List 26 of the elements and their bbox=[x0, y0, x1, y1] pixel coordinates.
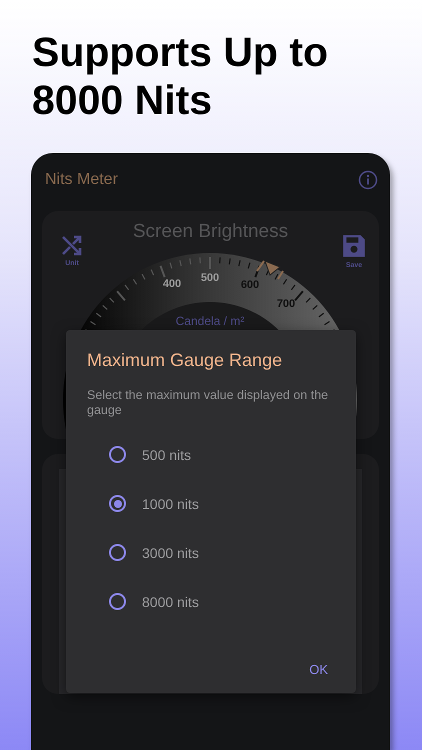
scale-label: 600 bbox=[240, 279, 260, 291]
range-option[interactable]: 1000 nits bbox=[66, 479, 356, 528]
range-option[interactable]: 3000 nits bbox=[66, 528, 356, 577]
option-label: 3000 nits bbox=[142, 544, 199, 560]
radio-button[interactable] bbox=[109, 495, 126, 512]
radio-button[interactable] bbox=[109, 544, 126, 561]
headline: Supports Up to 8000 Nits bbox=[31, 28, 330, 124]
dialog-title: Maximum Gauge Range bbox=[86, 350, 284, 371]
scale-label: 400 bbox=[162, 278, 182, 290]
gauge-title: Screen Brightness bbox=[132, 220, 290, 243]
needle-drawing bbox=[256, 260, 284, 280]
option-label: 500 nits bbox=[142, 446, 192, 462]
shuffle-icon bbox=[60, 233, 84, 257]
option-label: 1000 nits bbox=[142, 496, 199, 512]
info-icon[interactable] bbox=[358, 170, 378, 190]
option-label: 8000 nits bbox=[142, 594, 199, 610]
radio-button[interactable] bbox=[109, 446, 126, 463]
scale-label: 500 bbox=[200, 272, 220, 284]
dialog-message: Select the maximum value displayed on the gauge bbox=[86, 388, 330, 418]
unit-label: Candela / m² bbox=[176, 314, 244, 328]
app-title: Nits Meter bbox=[45, 171, 118, 189]
ok-button[interactable]: OK bbox=[307, 660, 330, 679]
radio-button[interactable] bbox=[109, 593, 126, 610]
range-option[interactable]: 8000 nits bbox=[66, 577, 356, 626]
range-option[interactable]: 500 nits bbox=[66, 430, 356, 479]
scale-label: 700 bbox=[276, 298, 296, 310]
